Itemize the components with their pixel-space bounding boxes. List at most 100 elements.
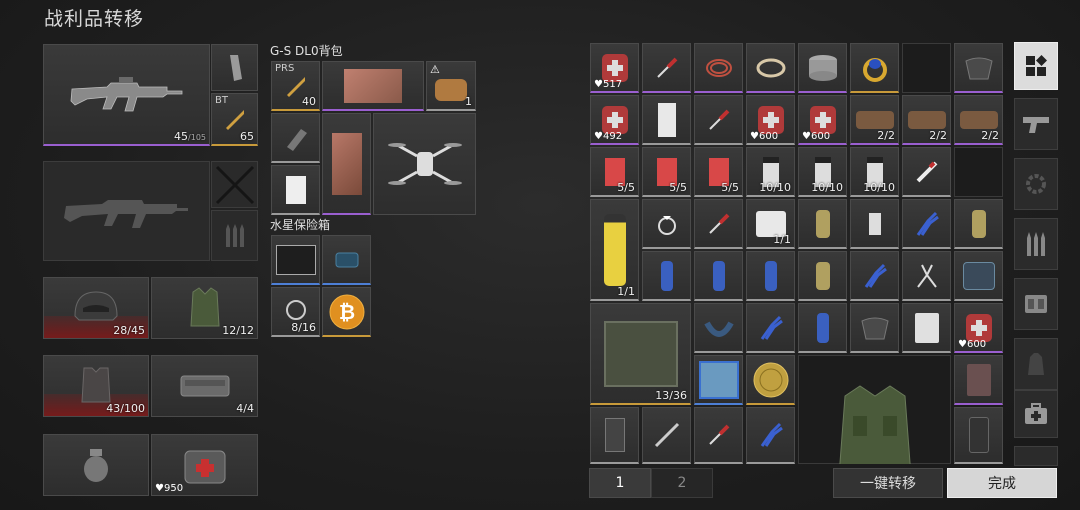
loot-item[interactable] xyxy=(850,251,899,301)
magazine-slot[interactable] xyxy=(211,44,258,91)
secondary-mag-slot[interactable] xyxy=(211,161,258,208)
loot-item[interactable]: ♥600 xyxy=(954,303,1003,353)
loot-item[interactable] xyxy=(954,43,1003,93)
helmet-slot[interactable]: 28/45 xyxy=(43,277,149,339)
smart-band[interactable] xyxy=(322,235,371,285)
loot-item[interactable] xyxy=(850,43,899,93)
loot-item[interactable] xyxy=(902,199,951,249)
bandage-icon xyxy=(855,110,894,129)
loot-item[interactable]: 1/1 xyxy=(590,199,639,301)
loot-item[interactable] xyxy=(694,407,743,464)
loot-item[interactable] xyxy=(642,251,691,301)
loot-item[interactable] xyxy=(694,355,743,405)
loot-item[interactable]: 10/10 xyxy=(850,147,899,197)
loot-count: 10/10 xyxy=(811,181,843,194)
loot-item[interactable]: 13/36 xyxy=(590,303,691,405)
loot-item[interactable] xyxy=(902,303,951,353)
loot-item[interactable] xyxy=(642,43,691,93)
loot-item[interactable] xyxy=(642,95,691,145)
loot-item[interactable]: 10/10 xyxy=(746,147,795,197)
filter-tab-parts[interactable] xyxy=(1014,158,1058,210)
loot-item[interactable]: 5/5 xyxy=(694,147,743,197)
loot-item-vest[interactable] xyxy=(798,355,951,464)
ammo-slot[interactable]: BT 65 xyxy=(211,93,258,146)
loot-item[interactable] xyxy=(694,43,743,93)
backpack-ammo[interactable]: PRS 40 xyxy=(271,61,320,111)
loot-item[interactable]: 2/2 xyxy=(954,95,1003,145)
drone[interactable] xyxy=(373,113,476,215)
armor-slot[interactable]: 43/100 xyxy=(43,355,149,417)
grenade-slot[interactable] xyxy=(43,434,149,496)
loot-item[interactable] xyxy=(954,407,1003,464)
loot-item[interactable] xyxy=(746,251,795,301)
loot-item[interactable]: 2/2 xyxy=(850,95,899,145)
loot-count: 10/10 xyxy=(863,181,895,194)
loot-item[interactable]: ♥492 xyxy=(590,95,639,145)
filter-tab-all[interactable] xyxy=(1014,42,1058,90)
filter-tab-armor[interactable] xyxy=(1014,278,1058,330)
loot-empty[interactable] xyxy=(954,147,1003,197)
loot-item[interactable]: 5/5 xyxy=(590,147,639,197)
cable-count: 8/16 xyxy=(291,321,316,334)
loot-item[interactable]: ♥600 xyxy=(746,95,795,145)
pouch-slot[interactable]: 4/4 xyxy=(151,355,258,417)
loot-item[interactable]: 10/10 xyxy=(798,147,847,197)
smart-band-icon xyxy=(335,252,358,267)
loot-item[interactable] xyxy=(694,251,743,301)
filter-tab-backpack[interactable] xyxy=(1014,338,1058,390)
loot-item[interactable] xyxy=(850,303,899,353)
loot-item[interactable] xyxy=(746,43,795,93)
medkit-slot[interactable]: ♥950 xyxy=(151,434,258,496)
loot-item[interactable] xyxy=(954,251,1003,301)
ssd-card[interactable] xyxy=(271,235,320,285)
loot-item[interactable] xyxy=(954,199,1003,249)
loot-item[interactable] xyxy=(902,251,951,301)
warning-item[interactable]: ⚠ 1 xyxy=(426,61,476,111)
filter-tab-ammo[interactable] xyxy=(1014,218,1058,270)
loot-item[interactable] xyxy=(746,303,795,353)
filter-tab-medical[interactable] xyxy=(1014,390,1058,438)
transfer-all-button[interactable]: 一键转移 xyxy=(833,468,943,498)
loot-item[interactable] xyxy=(642,407,691,464)
loot-item[interactable] xyxy=(590,407,639,464)
loot-item[interactable] xyxy=(694,303,743,353)
loot-item[interactable]: 2/2 xyxy=(902,95,951,145)
rig-slot[interactable]: 12/12 xyxy=(151,277,258,339)
page-tab-2[interactable]: 2 xyxy=(651,468,713,498)
loot-item[interactable] xyxy=(746,407,795,464)
copper-plate-tall[interactable] xyxy=(322,113,371,215)
loot-item[interactable] xyxy=(798,251,847,301)
filter-tab-pistol[interactable] xyxy=(1014,98,1058,150)
loot-item[interactable] xyxy=(954,355,1003,405)
done-button[interactable]: 完成 xyxy=(947,468,1057,498)
loot-item[interactable] xyxy=(798,43,847,93)
loot-empty[interactable] xyxy=(902,43,951,93)
bitcoin[interactable]: ₿ xyxy=(322,287,371,337)
power-bank-icon xyxy=(285,175,306,204)
page-tab-1[interactable]: 1 xyxy=(589,468,651,498)
loot-item[interactable]: ♥517 xyxy=(590,43,639,93)
loot-item[interactable]: 5/5 xyxy=(642,147,691,197)
secondary-weapon-slot[interactable] xyxy=(43,161,210,261)
copper-plate[interactable] xyxy=(322,61,424,111)
loot-count: 5/5 xyxy=(721,181,739,194)
cable-item[interactable]: 8/16 xyxy=(271,287,320,337)
loot-item[interactable] xyxy=(798,303,847,353)
power-bank[interactable] xyxy=(271,165,320,215)
ammo-outline-icon xyxy=(225,223,244,247)
loot-item[interactable] xyxy=(694,199,743,249)
loot-item[interactable] xyxy=(798,199,847,249)
loot-item[interactable] xyxy=(746,355,795,405)
loot-item[interactable]: ♥600 xyxy=(798,95,847,145)
loot-item[interactable] xyxy=(642,199,691,249)
loot-item[interactable] xyxy=(694,95,743,145)
loot-container[interactable]: ♥517 ♥492 ♥600 ♥600 2/2 2/2 2/2 5/5 5/5 … xyxy=(589,42,1003,464)
usb-drive[interactable] xyxy=(271,113,320,163)
pliers-icon xyxy=(864,263,887,288)
primary-weapon-slot[interactable]: 45/105 xyxy=(43,44,210,146)
secondary-ammo-slot[interactable] xyxy=(211,210,258,261)
loot-item[interactable] xyxy=(850,199,899,249)
loot-item[interactable] xyxy=(902,147,951,197)
loot-item[interactable]: 1/1 xyxy=(746,199,795,249)
filter-tab-more[interactable] xyxy=(1014,446,1058,466)
